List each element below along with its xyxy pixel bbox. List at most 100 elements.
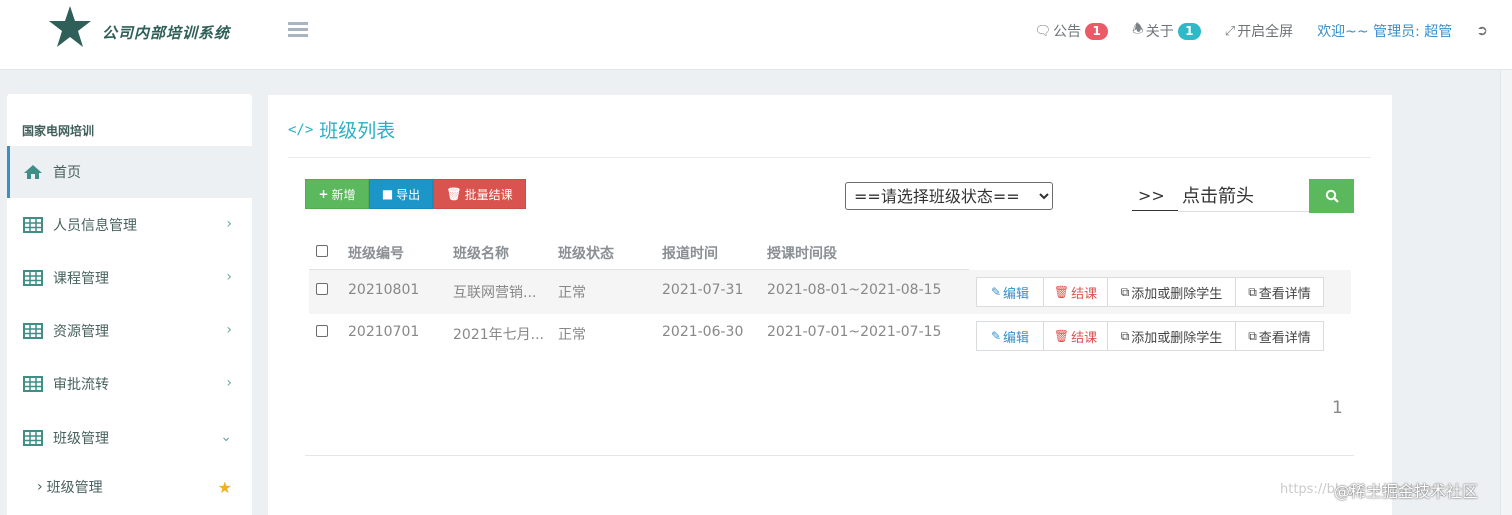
export-button-label: 导出	[396, 187, 421, 202]
page-title-text: 班级列表	[319, 120, 396, 142]
sidebar-item-classes[interactable]: 班级管理 ⌄	[7, 412, 252, 464]
edit-button[interactable]: ✎ 编辑	[976, 321, 1044, 351]
table-row: 20210801 互联网营销... 正常 2021-07-31 2021-08-…	[309, 270, 1351, 314]
column-header[interactable]: 班级状态	[558, 243, 614, 263]
pagination-page[interactable]: 1	[1332, 398, 1343, 418]
row-actions: ✎ 编辑 🗑 结课 ⧉ 添加或删除学生 ⧉ 查看详情	[976, 277, 1324, 307]
plus-icon: +	[318, 187, 329, 201]
report-date-cell: 2021-07-31	[662, 282, 744, 298]
edit-label: 编辑	[1003, 286, 1030, 302]
copy-icon: ⧉	[1248, 328, 1257, 343]
edit-label: 编辑	[1003, 330, 1030, 346]
sidebar-item-label: 人员信息管理	[53, 218, 137, 234]
class-status-cell: 正常	[558, 327, 586, 343]
add-button-label: 新增	[331, 187, 356, 202]
notice-link[interactable]: 🗨 公告 1	[1035, 21, 1109, 41]
class-name-cell: 2021年七月...	[453, 327, 544, 343]
sidebar-item-resources[interactable]: 资源管理 ›	[7, 305, 252, 357]
sidebar-subitem-label: 班级管理	[46, 480, 103, 496]
class-id-cell: 20210701	[348, 324, 420, 340]
view-details-label: 查看详情	[1258, 286, 1311, 302]
sidebar-item-home[interactable]: 首页	[7, 146, 252, 198]
row-actions: ✎ 编辑 🗑 结课 ⧉ 添加或删除学生 ⧉ 查看详情	[976, 321, 1324, 351]
sidebar-item-courses[interactable]: 课程管理 ›	[7, 252, 252, 304]
sidebar: 国家电网培训 首页 人员信息管理 › 课程管理 › 资源管理 › 审批流转 › …	[7, 94, 252, 515]
top-navbar: 公司内部培训系统 🗨 公告 1 🕭 关于 1 ⤢ 开启全屏 欢迎~~ 管理员: …	[0, 0, 1512, 70]
main-panel: </> 班级列表 + 新增 ■ 导出 🗑 批量结课 ==请选择班级状态== >>…	[268, 95, 1392, 515]
table-icon	[23, 270, 43, 286]
class-id-cell: 20210801	[348, 282, 420, 298]
divider	[288, 157, 1371, 158]
sidebar-item-label: 审批流转	[53, 377, 109, 393]
export-button[interactable]: ■ 导出	[369, 179, 433, 209]
search-icon	[1325, 189, 1339, 203]
chevron-right-icon: ›	[226, 375, 232, 391]
welcome-user-link[interactable]: 欢迎~~ 管理员: 超管	[1317, 21, 1452, 41]
home-icon	[24, 165, 42, 179]
edit-icon: ✎	[990, 285, 1002, 299]
column-header[interactable]: 授课时间段	[767, 243, 837, 263]
manage-students-button[interactable]: ⧉ 添加或删除学生	[1107, 321, 1236, 351]
table-icon	[23, 430, 43, 446]
chevron-right-icon: ›	[226, 322, 232, 338]
sidebar-item-approval[interactable]: 审批流转 ›	[7, 358, 252, 410]
search-button[interactable]	[1309, 179, 1354, 213]
table-icon	[23, 217, 43, 233]
about-link[interactable]: 🕭 关于 1	[1132, 20, 1201, 42]
manage-students-button[interactable]: ⧉ 添加或删除学生	[1107, 277, 1236, 307]
bell-icon: 🕭	[1132, 22, 1144, 37]
top-right-actions: 🗨 公告 1 🕭 关于 1 ⤢ 开启全屏 欢迎~~ 管理员: 超管 ➲	[1035, 0, 1512, 62]
sidebar-item-personnel[interactable]: 人员信息管理 ›	[7, 199, 252, 251]
chevron-right-icon: ›	[226, 216, 232, 232]
search-input[interactable]	[1178, 179, 1310, 212]
row-checkbox[interactable]	[316, 283, 328, 299]
view-details-button[interactable]: ⧉ 查看详情	[1235, 321, 1324, 351]
fullscreen-button[interactable]: ⤢ 开启全屏	[1225, 21, 1293, 41]
close-class-label: 结课	[1071, 330, 1098, 346]
trash-icon: 🗑	[1053, 285, 1070, 299]
select-all-checkbox[interactable]	[316, 245, 328, 261]
copy-icon: ⧉	[1248, 284, 1257, 299]
period-cell: 2021-07-01~2021-07-15	[767, 324, 942, 340]
manage-students-label: 添加或删除学生	[1131, 330, 1223, 346]
sidebar-item-label: 班级管理	[53, 431, 109, 447]
column-header[interactable]: 报道时间	[662, 243, 718, 263]
notice-label: 公告	[1053, 24, 1082, 40]
sidebar-title: 国家电网培训	[22, 124, 95, 138]
add-button[interactable]: + 新增	[305, 179, 369, 209]
column-header[interactable]: 班级编号	[348, 243, 404, 263]
notice-count-badge: 1	[1085, 22, 1109, 40]
scrollbar-track[interactable]	[1500, 70, 1512, 515]
copy-icon: ⧉	[1120, 328, 1130, 343]
class-status-cell: 正常	[558, 285, 586, 301]
fullscreen-label: 开启全屏	[1237, 24, 1294, 40]
about-count-badge: 1	[1177, 22, 1201, 40]
row-checkbox[interactable]	[316, 325, 328, 341]
class-status-select[interactable]: ==请选择班级状态==	[845, 182, 1053, 210]
batch-close-button[interactable]: 🗑 批量结课	[433, 179, 526, 209]
sidebar-subitem-class-management[interactable]: › 班级管理 ★	[7, 469, 252, 505]
expand-icon: ⤢	[1224, 23, 1236, 39]
batch-close-button-label: 批量结课	[464, 187, 513, 202]
close-class-button[interactable]: 🗑 结课	[1043, 321, 1108, 351]
logout-icon[interactable]: ➲	[1476, 23, 1488, 39]
menu-toggle-icon[interactable]	[288, 22, 308, 38]
edit-button[interactable]: ✎ 编辑	[976, 277, 1044, 307]
brand-title: 公司内部培训系统	[102, 24, 231, 42]
column-header[interactable]: 班级名称	[453, 243, 509, 263]
comment-icon: 🗨	[1034, 23, 1052, 39]
export-icon: ■	[381, 187, 394, 201]
period-cell: 2021-08-01~2021-08-15	[767, 282, 942, 298]
view-details-button[interactable]: ⧉ 查看详情	[1235, 277, 1324, 307]
star-icon: ★	[217, 478, 232, 497]
code-icon: </>	[288, 121, 314, 138]
copy-icon: ⧉	[1120, 284, 1130, 299]
view-details-label: 查看详情	[1258, 330, 1311, 346]
table-row: 20210701 2021年七月... 正常 2021-06-30 2021-0…	[309, 314, 1351, 358]
page-title: </> 班级列表	[288, 116, 395, 143]
close-class-button[interactable]: 🗑 结课	[1043, 277, 1108, 307]
report-date-cell: 2021-06-30	[662, 324, 744, 340]
trash-icon: 🗑	[1053, 329, 1070, 343]
watermark: https://blog.csdn.net/m0_ @稀土掘金技术社区	[1278, 478, 1478, 502]
edit-icon: ✎	[990, 329, 1002, 343]
